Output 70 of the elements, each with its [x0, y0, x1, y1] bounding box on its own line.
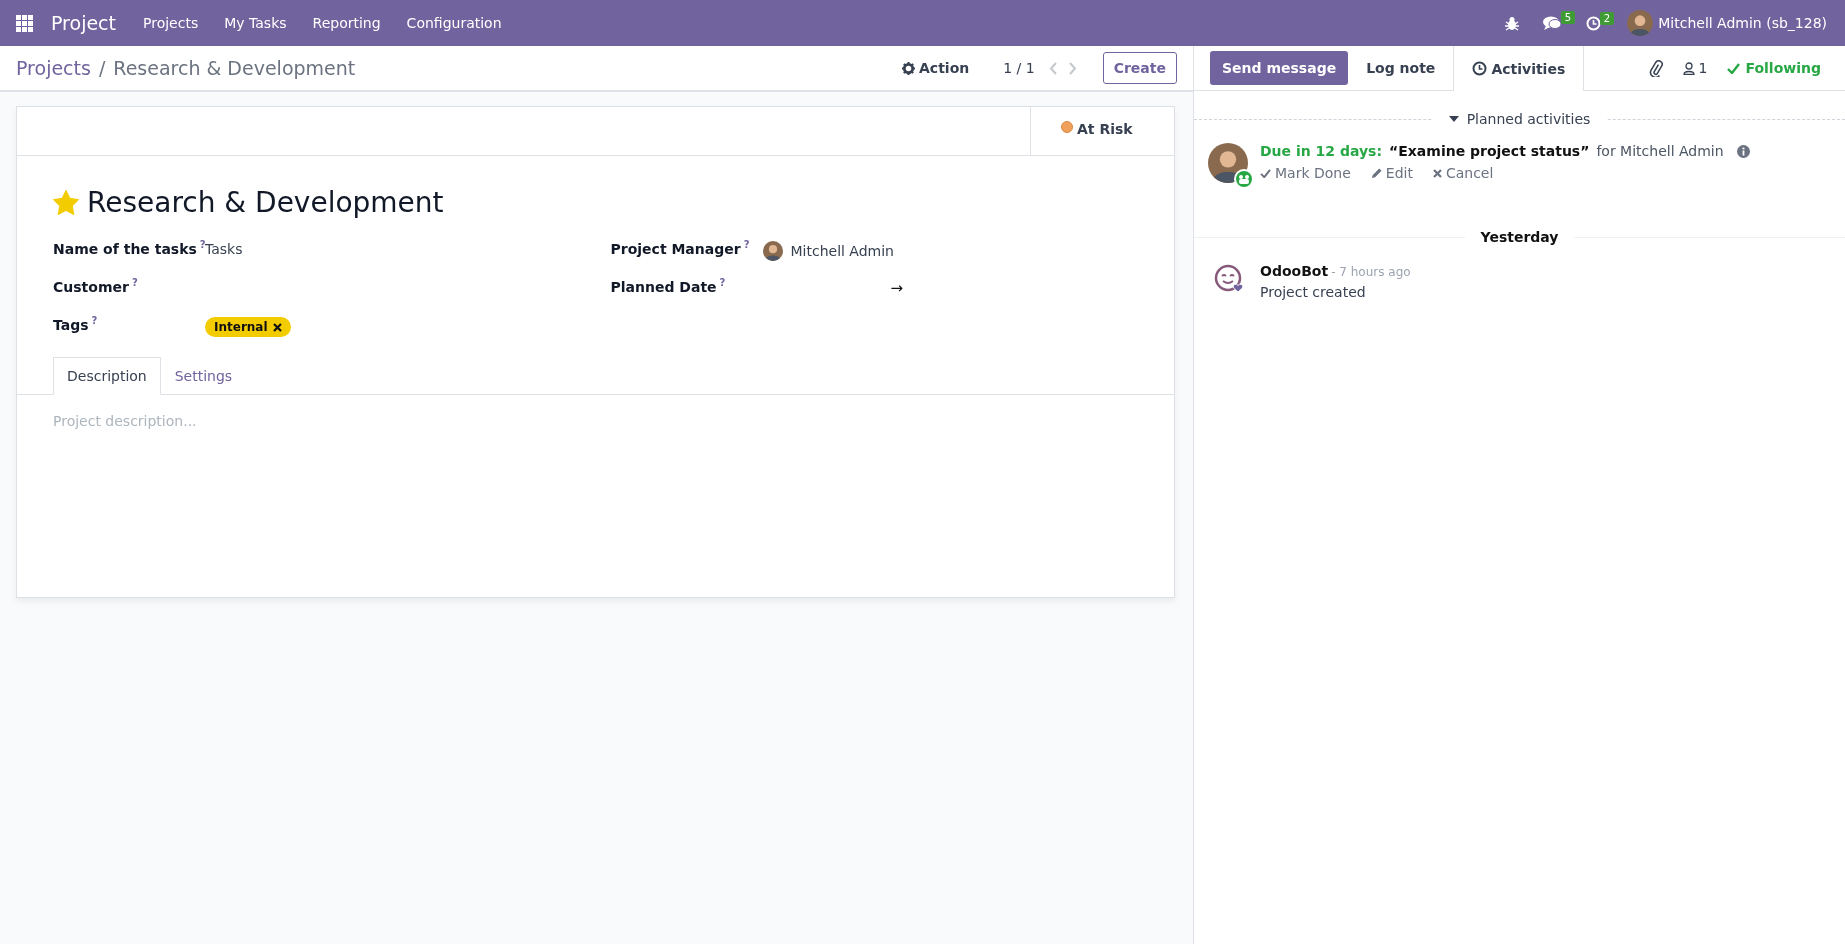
check-icon — [1260, 168, 1271, 178]
followers-button[interactable]: 1 — [1682, 60, 1708, 76]
action-button[interactable]: Action — [902, 60, 970, 76]
chat-bubbles-icon — [1543, 15, 1563, 31]
pencil-icon — [1370, 167, 1382, 179]
breadcrumb-separator: / — [98, 57, 106, 79]
menu-item[interactable]: Reporting — [299, 15, 394, 31]
activity-action-link[interactable]: Cancel — [1432, 165, 1494, 181]
chevron-right-icon — [1068, 61, 1077, 75]
field-label: Project Manager $^{?}$ — [610, 240, 750, 257]
user-icon — [1682, 61, 1695, 75]
field-value[interactable]: Tasks — [205, 241, 243, 257]
star-icon[interactable] — [53, 190, 79, 215]
activity-assignee: for Mitchell Admin — [1596, 143, 1724, 159]
menu-item[interactable]: Projects — [130, 15, 212, 31]
chevron-left-icon — [1048, 61, 1057, 75]
user-avatar-icon — [1627, 10, 1654, 36]
following-button[interactable]: Following — [1727, 60, 1821, 76]
bug-icon — [1505, 15, 1520, 31]
clock-icon — [1472, 61, 1488, 76]
message-author[interactable]: OdooBot — [1260, 263, 1329, 279]
gear-icon — [902, 61, 916, 75]
count-badge: 2 — [1599, 11, 1615, 25]
field-label: Planned Date $^{?}$ — [610, 278, 726, 295]
help-mark[interactable]: ? — [131, 277, 138, 288]
field-label: Name of the tasks $^{?}$ — [53, 240, 206, 257]
menu-item[interactable]: Configuration — [393, 15, 515, 31]
app-name[interactable]: Project — [47, 12, 130, 34]
apps-menu-icon — [16, 14, 33, 32]
clock-icon — [1586, 15, 1602, 31]
breadcrumb-link[interactable]: Projects — [16, 57, 91, 79]
pager-value: 1 / 1 — [1003, 60, 1035, 76]
remove-icon — [272, 322, 282, 332]
help-mark[interactable]: ? — [719, 277, 726, 288]
activities-button[interactable]: Activities — [1453, 46, 1585, 91]
user-avatar-icon — [762, 241, 783, 261]
help-mark[interactable]: ? — [91, 315, 98, 326]
count-badge: 5 — [1560, 11, 1576, 24]
status-button[interactable]: At Risk — [1030, 107, 1174, 155]
breadcrumb-current: Research & Development — [113, 57, 356, 79]
check-icon — [1727, 62, 1741, 74]
due-label: Due in 12 days: — [1260, 143, 1383, 159]
activity-type-icon — [1234, 169, 1254, 189]
create-button[interactable]: Create — [1102, 52, 1177, 84]
user-menu[interactable]: Mitchell Admin (sb_128) — [1613, 10, 1845, 36]
help-mark[interactable]: ? — [743, 239, 750, 250]
activity-action-link[interactable]: Edit — [1370, 165, 1413, 181]
caret-icon — [1448, 116, 1459, 122]
field-label: Tags $^{?}$ — [53, 316, 98, 333]
message-time: - 7 hours ago — [1331, 265, 1411, 279]
info-icon — [1736, 144, 1750, 158]
tab[interactable]: Description — [53, 357, 161, 395]
activity-action-link[interactable]: Mark Done — [1260, 165, 1351, 181]
help-mark[interactable]: ? — [199, 239, 206, 250]
field-value[interactable]: Mitchell Admin — [790, 243, 894, 259]
project-title: Research & Development — [87, 186, 444, 219]
send-message-button[interactable]: Send message — [1210, 51, 1349, 85]
status-dot-icon — [1061, 121, 1073, 133]
activity-summary: “Examine project status” — [1389, 143, 1590, 159]
date-arrow: → — [890, 279, 904, 297]
smiley-avatar-icon — [1214, 263, 1244, 295]
message-body: Project created — [1260, 284, 1367, 300]
date-separator: Yesterday — [1464, 229, 1575, 245]
tab[interactable]: Settings — [160, 357, 247, 395]
paperclip-icon — [1648, 59, 1663, 77]
planned-activities-toggle[interactable]: Planned activities — [1432, 111, 1607, 127]
menu-item[interactable]: My Tasks — [211, 15, 300, 31]
close-icon — [1432, 168, 1442, 178]
field-label: Customer $^{?}$ — [53, 278, 138, 295]
tag-badge[interactable]: Internal — [205, 317, 291, 337]
